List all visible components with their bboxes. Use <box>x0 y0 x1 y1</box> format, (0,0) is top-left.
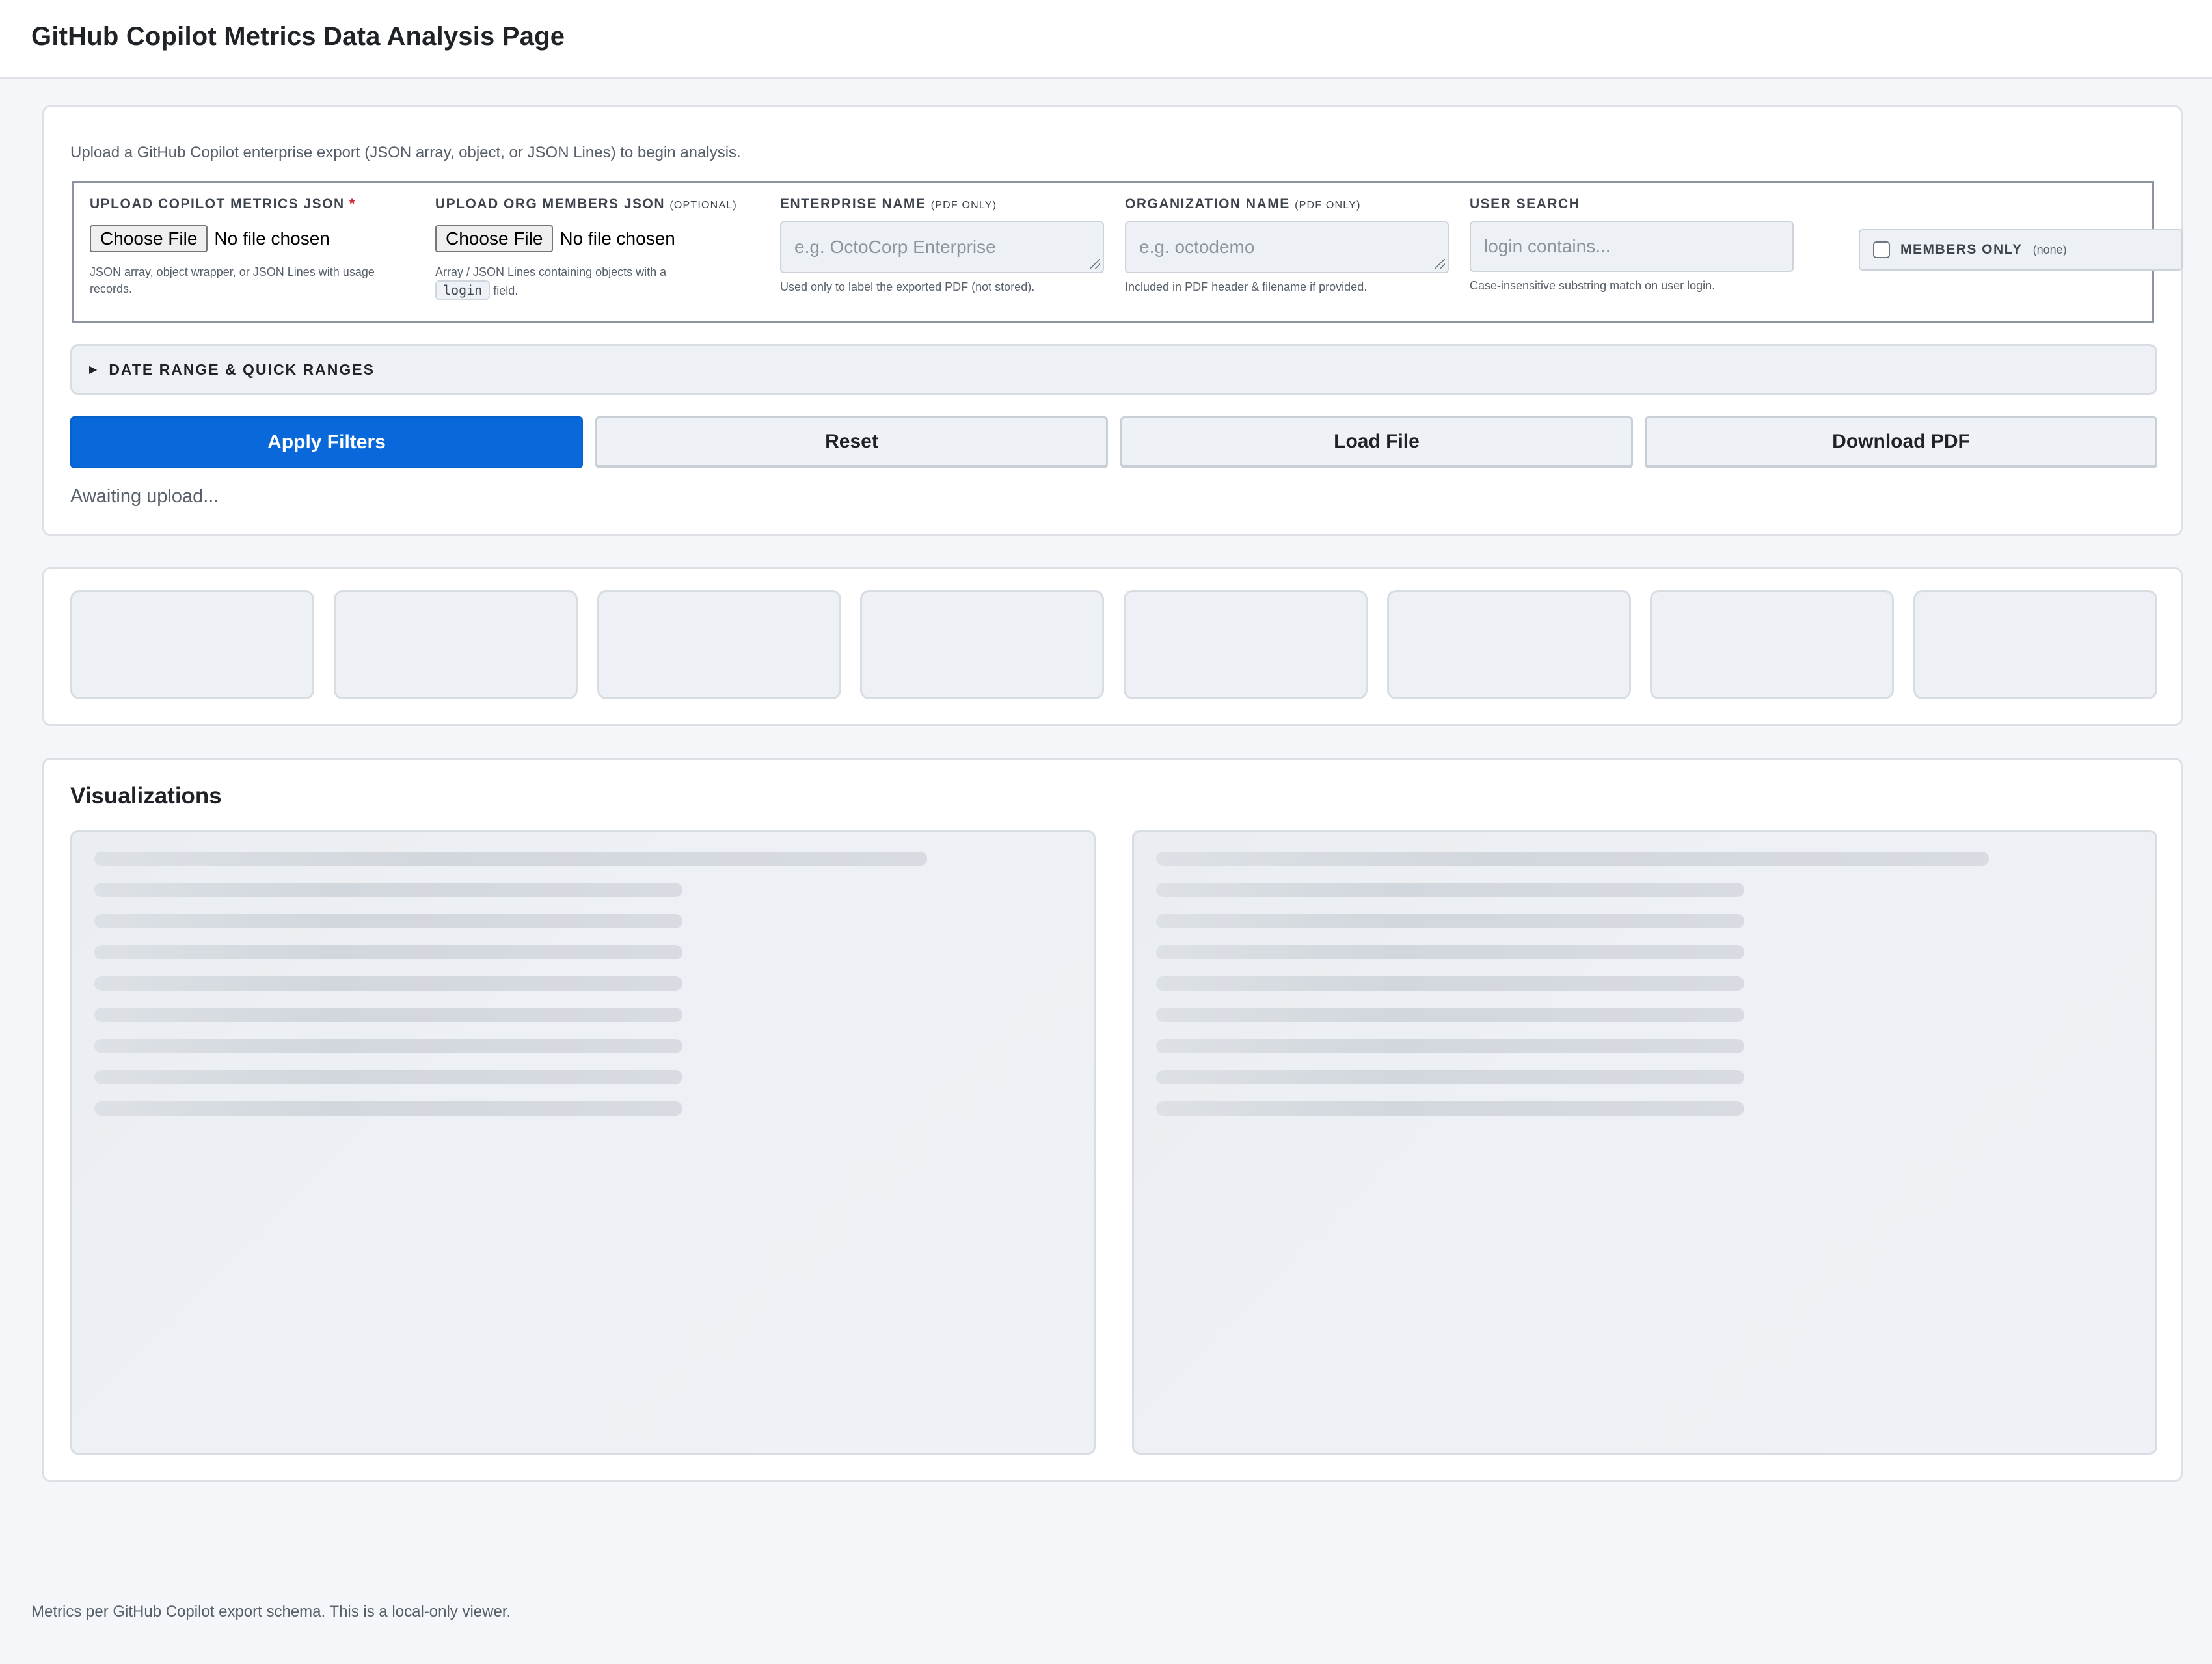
resize-grip-icon[interactable] <box>1090 259 1100 269</box>
reset-button[interactable]: Reset <box>595 416 1108 468</box>
enterprise-name-input[interactable]: e.g. OctoCorp Enterprise <box>780 221 1104 273</box>
user-search-label: USER SEARCH <box>1470 196 1580 211</box>
skeleton-line <box>94 976 682 991</box>
members-file-help: Array / JSON Lines containing objects wi… <box>435 263 761 300</box>
kpi-placeholder <box>597 590 841 699</box>
enterprise-name-field: ENTERPRISE NAME (PDF ONLY) e.g. OctoCorp… <box>780 196 1104 295</box>
members-file-status: No file chosen <box>560 228 675 248</box>
members-file-field: UPLOAD ORG MEMBERS JSON (OPTIONAL) Choos… <box>435 196 761 300</box>
skeleton-line <box>1156 1101 1744 1116</box>
download-pdf-button[interactable]: Download PDF <box>1645 416 2157 468</box>
upload-card: Upload a GitHub Copilot enterprise expor… <box>42 105 2183 536</box>
upload-fields-box: UPLOAD COPILOT METRICS JSON * Choose Fil… <box>72 181 2183 323</box>
resize-grip-icon[interactable] <box>1435 259 1445 269</box>
required-mark: * <box>349 196 356 211</box>
skeleton-line <box>94 1070 682 1084</box>
kpi-placeholder <box>1124 590 1368 699</box>
organization-name-input[interactable]: e.g. octodemo <box>1125 221 1449 273</box>
skeleton-line <box>1156 883 1744 897</box>
skeleton-line <box>94 1101 682 1116</box>
top-bar: GitHub Copilot Metrics Data Analysis Pag… <box>0 0 2212 79</box>
kpi-placeholder <box>860 590 1104 699</box>
date-range-label: DATE RANGE & QUICK RANGES <box>109 360 375 378</box>
chart-placeholder-left <box>70 830 1096 1455</box>
skeleton-line <box>94 945 682 959</box>
user-search-field: USER SEARCH login contains... Case-insen… <box>1470 196 1794 294</box>
footer-note: Metrics per GitHub Copilot export schema… <box>31 1603 511 1620</box>
metrics-file-label: UPLOAD COPILOT METRICS JSON * <box>90 196 356 211</box>
kpi-placeholder <box>1913 590 2157 699</box>
kpi-placeholder <box>334 590 578 699</box>
members-only-label: MEMBERS ONLY <box>1900 242 2023 257</box>
metrics-file-status: No file chosen <box>214 228 330 248</box>
members-only-value: (none) <box>2032 243 2067 256</box>
user-search-help: Case-insensitive substring match on user… <box>1470 279 1716 292</box>
organization-name-help: Included in PDF header & filename if pro… <box>1125 280 1368 293</box>
members-file-label: UPLOAD ORG MEMBERS JSON (OPTIONAL) <box>435 196 737 211</box>
visualizations-title: Visualizations <box>70 783 222 809</box>
kpi-placeholder <box>1650 590 1894 699</box>
kpi-placeholder <box>1387 590 1631 699</box>
skeleton-line <box>94 852 927 866</box>
kpi-card <box>42 567 2183 726</box>
skeleton-line <box>1156 1039 1744 1053</box>
enterprise-name-help: Used only to label the exported PDF (not… <box>780 280 1035 293</box>
metrics-file-help: JSON array, object wrapper, or JSON Line… <box>90 265 375 295</box>
skeleton-line <box>1156 914 1744 928</box>
load-file-button[interactable]: Load File <box>1120 416 1633 468</box>
organization-name-field: ORGANIZATION NAME (PDF ONLY) e.g. octode… <box>1125 196 1449 295</box>
skeleton-line <box>1156 945 1744 959</box>
page-title: GitHub Copilot Metrics Data Analysis Pag… <box>31 22 565 51</box>
kpi-placeholder <box>70 590 314 699</box>
user-search-input[interactable]: login contains... <box>1470 221 1794 272</box>
login-code: login <box>435 280 491 300</box>
skeleton-line <box>1156 976 1744 991</box>
members-choose-file-button[interactable]: Choose File <box>435 225 554 252</box>
chart-placeholder-right <box>1132 830 2157 1455</box>
skeleton-line <box>94 1008 682 1022</box>
skeleton-line <box>1156 1070 1744 1084</box>
metrics-file-field: UPLOAD COPILOT METRICS JSON * Choose Fil… <box>90 196 415 297</box>
members-only-checkbox[interactable] <box>1873 241 1890 258</box>
metrics-choose-file-button[interactable]: Choose File <box>90 225 208 252</box>
enterprise-name-label: ENTERPRISE NAME (PDF ONLY) <box>780 196 997 211</box>
members-only-toggle[interactable]: MEMBERS ONLY (none) <box>1859 229 2183 271</box>
upload-intro: Upload a GitHub Copilot enterprise expor… <box>70 144 741 161</box>
date-range-disclosure[interactable]: ▶ DATE RANGE & QUICK RANGES <box>70 344 2157 395</box>
skeleton-line <box>94 883 682 897</box>
skeleton-line <box>1156 1008 1744 1022</box>
skeleton-line <box>94 1039 682 1053</box>
apply-filters-button[interactable]: Apply Filters <box>70 416 583 468</box>
organization-name-label: ORGANIZATION NAME (PDF ONLY) <box>1125 196 1361 211</box>
skeleton-line <box>1156 852 1989 866</box>
visualizations-card: Visualizations <box>42 758 2183 1482</box>
upload-status: Awaiting upload... <box>70 486 219 507</box>
triangle-right-icon: ▶ <box>89 364 98 375</box>
skeleton-line <box>94 914 682 928</box>
